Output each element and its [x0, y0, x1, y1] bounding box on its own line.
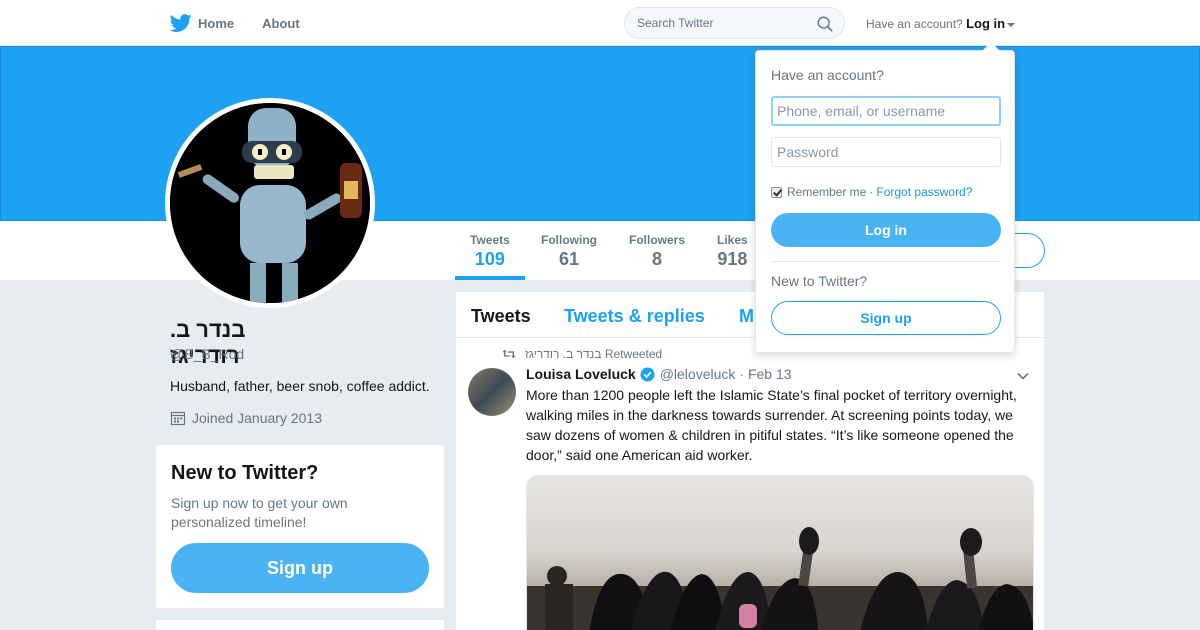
tab-tweets[interactable]: Tweets	[471, 306, 531, 327]
retweet-icon	[502, 349, 516, 359]
profile-handle[interactable]: @B_B_Rod	[170, 346, 244, 362]
stat-value: 61	[558, 249, 580, 269]
stat-likes[interactable]: Likes 918	[717, 233, 748, 270]
joined-date: Joined January 2013	[170, 410, 322, 426]
stat-label: Tweets	[470, 233, 510, 247]
forgot-password-link[interactable]: Forgot password?	[876, 185, 972, 199]
remember-me-label[interactable]: Remember me	[787, 185, 866, 199]
search-box[interactable]: Search Twitter	[624, 7, 845, 39]
search-input[interactable]: Search Twitter	[637, 16, 713, 30]
retweet-context: בנדר ב. רודריגז Retweeted	[502, 347, 662, 361]
stat-followers[interactable]: Followers 8	[629, 233, 685, 270]
tab-tweets-replies[interactable]: Tweets & replies	[564, 306, 705, 327]
nav-about-link[interactable]: About	[262, 16, 300, 31]
remember-row: Remember me · Forgot password?	[771, 185, 972, 199]
twitter-bird-icon[interactable]	[170, 12, 192, 34]
profile-bio: Husband, father, beer snob, coffee addic…	[170, 378, 430, 394]
stat-following[interactable]: Following 61	[541, 233, 597, 270]
tweet-author-handle[interactable]: @leloveluck	[660, 366, 736, 382]
separator-dot: ·	[869, 185, 874, 199]
search-icon[interactable]	[816, 15, 834, 33]
signup-card-text: Sign up now to get your own personalized…	[171, 495, 348, 530]
chevron-down-icon[interactable]	[1016, 369, 1030, 383]
tweet-photo	[527, 527, 1033, 630]
verified-badge-icon	[640, 366, 655, 382]
login-menu-link[interactable]: Log in	[966, 16, 1005, 31]
password-field[interactable]: Password	[771, 137, 1001, 167]
secondary-card	[156, 620, 444, 630]
login-button[interactable]: Log in	[771, 213, 1001, 247]
signup-button[interactable]: Sign up	[771, 301, 1001, 335]
divider	[771, 261, 1001, 262]
stat-value: 109	[474, 249, 505, 269]
signup-card-button[interactable]: Sign up	[171, 543, 429, 593]
avatar[interactable]	[165, 98, 375, 308]
account-menu[interactable]: Have an account? Log in	[866, 16, 1016, 31]
retweeted-by[interactable]: בנדר ב. רודריגז Retweeted	[525, 347, 662, 361]
new-to-twitter-text: New to Twitter?	[771, 273, 868, 289]
calendar-icon	[170, 411, 186, 426]
signup-card: New to Twitter? Sign up now to get your …	[156, 445, 444, 608]
signup-card-title: New to Twitter?	[171, 462, 319, 484]
tweet-header: Louisa Loveluck @leloveluck · Feb 13	[526, 366, 792, 382]
stat-label: Followers	[629, 233, 686, 247]
joined-text: Joined January 2013	[192, 410, 322, 426]
tweet-text: More than 1200 people left the Islamic S…	[526, 387, 1017, 463]
top-nav: Home About Search Twitter Have an accoun…	[0, 0, 1200, 46]
stat-tweets[interactable]: Tweets 109	[470, 233, 510, 270]
active-tab-underline	[455, 276, 525, 280]
tweet-media[interactable]	[526, 475, 1034, 630]
stat-value: 8	[652, 249, 663, 269]
avatar-image	[170, 103, 370, 303]
remember-me-checkbox[interactable]	[771, 186, 782, 198]
tweet-date[interactable]: · Feb 13	[739, 366, 791, 382]
have-account-text: Have an account?	[866, 17, 963, 31]
tab-media[interactable]: M	[739, 306, 754, 327]
stat-label: Likes	[717, 233, 748, 247]
caret-down-icon[interactable]	[1007, 22, 1016, 27]
stat-value: 918	[717, 249, 748, 269]
tweet-author-name[interactable]: Louisa Loveluck	[526, 366, 636, 382]
nav-home-link[interactable]: Home	[198, 16, 234, 31]
tweet-author-avatar[interactable]	[468, 368, 516, 416]
username-field[interactable]: Phone, email, or username	[771, 96, 1001, 126]
nav-left: Home About	[170, 0, 328, 46]
stat-label: Following	[541, 233, 597, 247]
robot-avatar-icon	[170, 103, 370, 303]
login-dropdown: Have an account? Phone, email, or userna…	[755, 42, 1015, 353]
login-dropdown-title: Have an account?	[771, 67, 884, 83]
